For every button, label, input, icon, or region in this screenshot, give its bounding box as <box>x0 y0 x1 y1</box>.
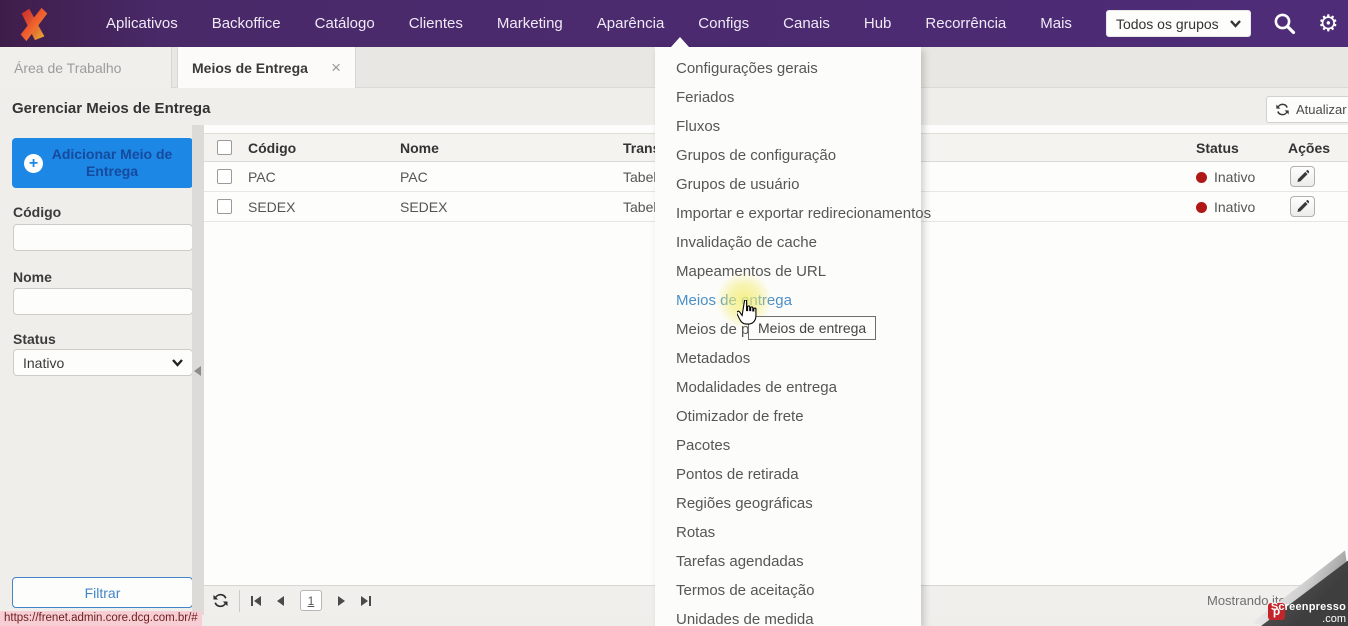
menu-item-importar-e-exportar-redirecionamentos[interactable]: Importar e exportar redirecionamentos <box>655 199 931 228</box>
nav-item-aplicativos[interactable]: Aplicativos <box>106 15 178 32</box>
gear-icon[interactable]: ⚙ <box>1318 12 1339 35</box>
grid-refresh-button[interactable] <box>212 592 229 609</box>
menu-item-feriados[interactable]: Feriados <box>655 83 921 112</box>
next-page-icon[interactable] <box>335 595 347 607</box>
menu-item-regioes-geograficas[interactable]: Regiões geográficas <box>655 489 921 518</box>
col-status: Status <box>1196 139 1239 156</box>
select-all-checkbox[interactable] <box>217 140 232 155</box>
edit-row-button[interactable] <box>1290 166 1315 187</box>
add-delivery-method-label: Adicionar Meio de Entrega <box>51 145 173 180</box>
footer-divider <box>239 589 240 612</box>
chevron-down-icon <box>1230 19 1241 28</box>
browser-status-url: https://frenet.admin.core.dcg.com.br/# <box>0 611 202 626</box>
status-dot-icon <box>1196 201 1207 213</box>
nav-item-configs[interactable]: Configs <box>698 15 749 32</box>
menu-item-meios-de-entrega[interactable]: Meios de entrega <box>655 286 921 315</box>
codigo-label: Código <box>13 204 62 220</box>
nome-label: Nome <box>13 269 52 285</box>
edit-row-button[interactable] <box>1290 196 1315 217</box>
status-label: Status <box>13 331 56 347</box>
app-window: Aplicativos Backoffice Catálogo Clientes Mar… <box>0 0 1348 626</box>
nav-item-backoffice[interactable]: Backoffice <box>212 15 281 32</box>
refresh-icon <box>213 593 228 608</box>
nav-items: Aplicativos Backoffice Catálogo Clientes Mar… <box>106 15 1072 32</box>
pencil-icon <box>1297 170 1309 182</box>
menu-item-grupos-de-configuracao[interactable]: Grupos de configuração <box>655 141 921 170</box>
cell-codigo: SEDEX <box>248 198 296 215</box>
nav-right-group: Todos os grupos ⚙ <box>1105 10 1339 37</box>
cell-acoes <box>1288 196 1348 217</box>
first-page-icon[interactable] <box>250 595 262 607</box>
menu-item-invalidacao-de-cache[interactable]: Invalidação de cache <box>655 228 921 257</box>
menu-item-unidades-de-medida[interactable]: Unidades de medida <box>655 605 921 626</box>
page-number-input[interactable] <box>300 590 322 611</box>
last-page-icon[interactable] <box>360 595 372 607</box>
nav-item-marketing[interactable]: Marketing <box>497 15 563 32</box>
menu-tooltip: Meios de entrega <box>748 316 877 340</box>
pager <box>250 590 372 611</box>
close-tab-icon[interactable]: × <box>331 59 341 76</box>
prev-page-icon[interactable] <box>275 595 287 607</box>
status-text: Inativo <box>1214 198 1256 215</box>
cell-status: Inativo <box>1190 199 1288 215</box>
menu-item-termos-de-aceitacao[interactable]: Termos de aceitação <box>655 576 921 605</box>
menu-item-configuracoes-gerais[interactable]: Configurações gerais <box>655 54 921 83</box>
status-select[interactable]: Inativo <box>13 349 193 376</box>
cell-acoes <box>1288 166 1348 187</box>
menu-item-pacotes[interactable]: Pacotes <box>655 431 921 460</box>
showing-items-text: Mostrando ite <box>1207 593 1286 608</box>
group-select-value: Todos os grupos <box>1115 15 1219 32</box>
nav-item-aparencia[interactable]: Aparência <box>597 15 665 32</box>
refresh-page-button[interactable]: Atualizar <box>1266 96 1348 123</box>
tab-label: Área de Trabalho <box>14 59 122 76</box>
refresh-icon <box>1276 103 1289 116</box>
nav-item-canais[interactable]: Canais <box>783 15 830 32</box>
menu-item-modalidades-de-entrega[interactable]: Modalidades de entrega <box>655 373 921 402</box>
cell-nome: PAC <box>400 168 428 185</box>
menu-item-rotas[interactable]: Rotas <box>655 518 921 547</box>
brand-logo-icon <box>20 7 48 41</box>
col-acoes: Ações <box>1288 139 1331 156</box>
tab-area-de-trabalho[interactable]: Área de Trabalho <box>0 47 172 88</box>
row-checkbox[interactable] <box>217 199 232 214</box>
add-delivery-method-button[interactable]: + Adicionar Meio de Entrega <box>12 138 193 188</box>
search-icon[interactable] <box>1273 12 1296 35</box>
cell-nome: SEDEX <box>400 198 448 215</box>
nav-item-hub[interactable]: Hub <box>864 15 892 32</box>
status-select-value: Inativo <box>23 354 65 371</box>
codigo-input[interactable] <box>13 224 193 251</box>
menu-item-fluxos[interactable]: Fluxos <box>655 112 921 141</box>
nav-item-recorrencia[interactable]: Recorrência <box>925 15 1006 32</box>
menu-item-metadados[interactable]: Metadados <box>655 344 921 373</box>
nav-item-mais[interactable]: Mais <box>1040 15 1072 32</box>
col-codigo: Código <box>248 139 297 156</box>
menu-item-otimizador-de-frete[interactable]: Otimizador de frete <box>655 402 921 431</box>
tab-meios-de-entrega[interactable]: Meios de Entrega × <box>177 47 356 88</box>
col-nome: Nome <box>400 139 439 156</box>
sidebar-collapse-handle[interactable] <box>192 125 204 615</box>
filter-button[interactable]: Filtrar <box>12 577 193 608</box>
tab-label: Meios de Entrega <box>192 59 308 76</box>
cell-codigo: PAC <box>248 168 276 185</box>
collapse-left-icon <box>194 366 201 376</box>
status-dot-icon <box>1196 171 1207 183</box>
row-checkbox[interactable] <box>217 169 232 184</box>
plus-circle-icon: + <box>24 153 43 173</box>
menu-caret <box>671 37 689 47</box>
cell-status: Inativo <box>1190 169 1288 185</box>
pencil-icon <box>1297 200 1309 212</box>
status-text: Inativo <box>1214 168 1256 185</box>
chevron-down-icon <box>172 358 183 367</box>
group-select[interactable]: Todos os grupos <box>1105 10 1251 37</box>
menu-item-mapeamentos-de-url[interactable]: Mapeamentos de URL <box>655 257 921 286</box>
nav-item-clientes[interactable]: Clientes <box>409 15 463 32</box>
nome-input[interactable] <box>13 288 193 315</box>
refresh-page-label: Atualizar <box>1296 102 1347 117</box>
page-title: Gerenciar Meios de Entrega <box>12 100 211 117</box>
menu-item-grupos-de-usuario[interactable]: Grupos de usuário <box>655 170 921 199</box>
menu-item-pontos-de-retirada[interactable]: Pontos de retirada <box>655 460 921 489</box>
menu-item-tarefas-agendadas[interactable]: Tarefas agendadas <box>655 547 921 576</box>
nav-item-catalogo[interactable]: Catálogo <box>315 15 375 32</box>
